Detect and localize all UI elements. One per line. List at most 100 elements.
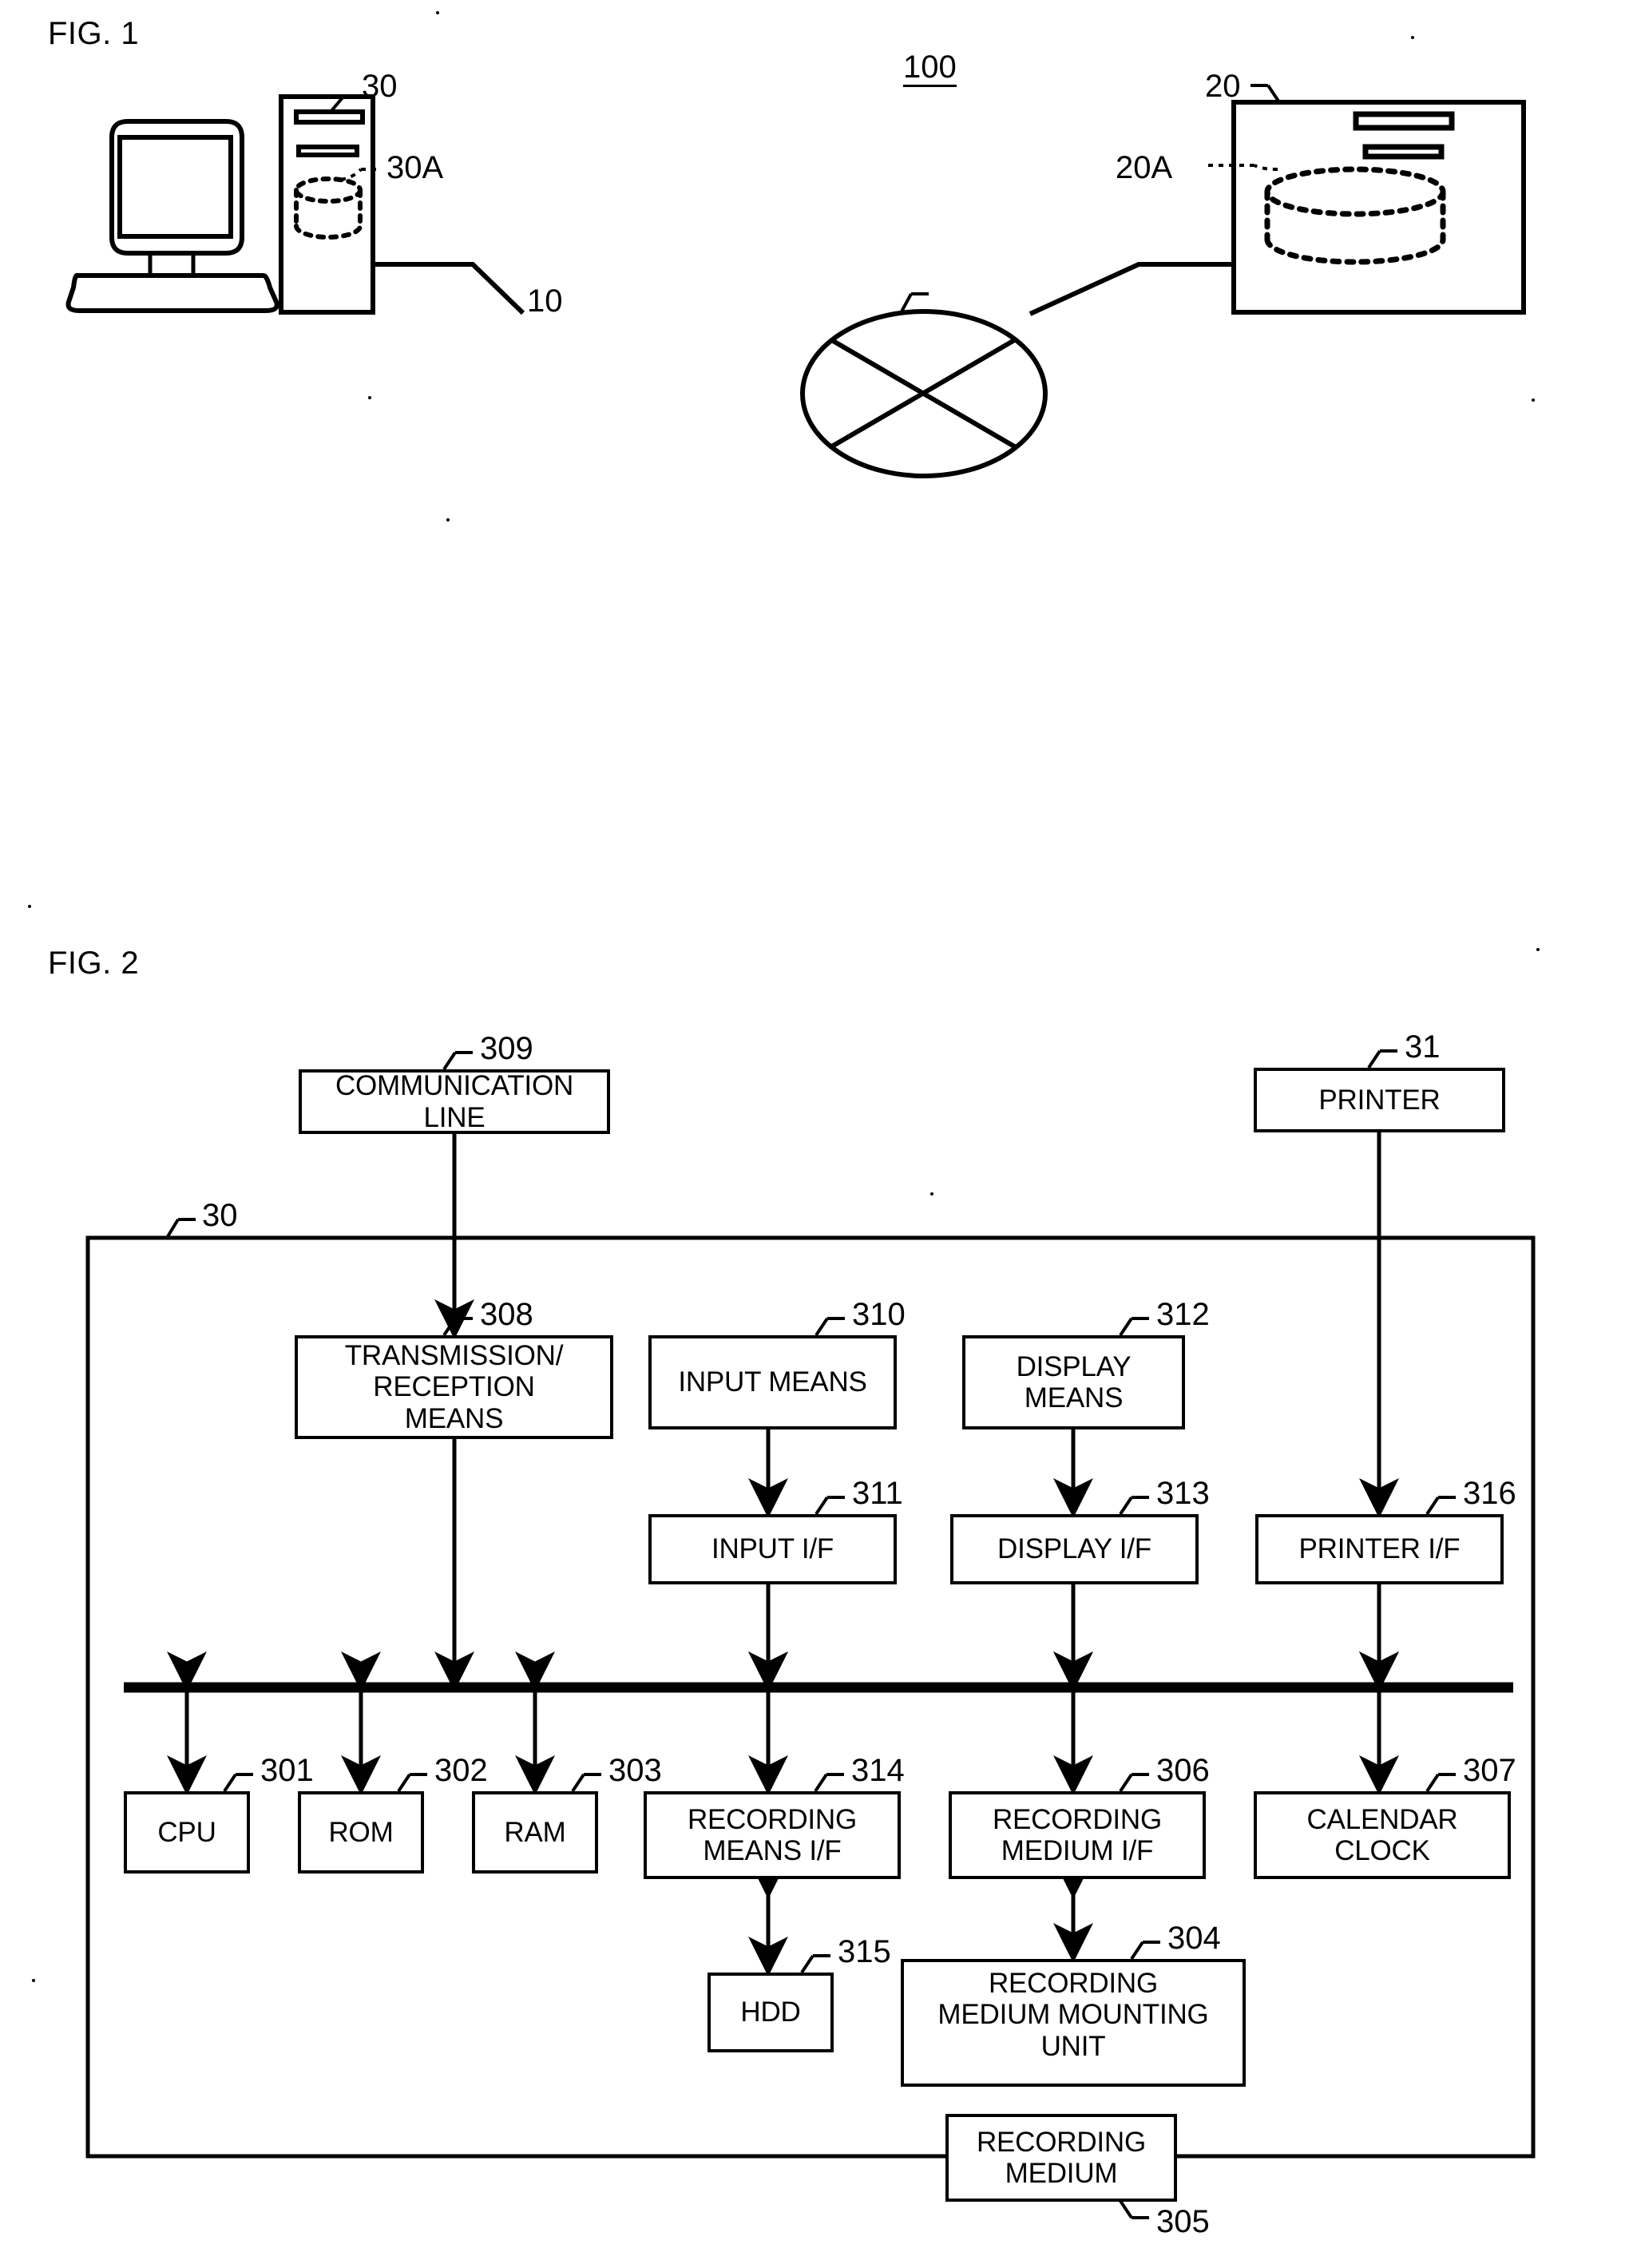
leader-315 <box>800 1954 814 1974</box>
leader-316 <box>1425 1496 1440 1516</box>
recording-medium-if-label-2: MEDIUM I/F <box>1001 1835 1154 1866</box>
workstation-tower <box>279 94 375 315</box>
block-printer-if: PRINTER I/F <box>1255 1514 1504 1584</box>
calendar-clock-label-2: CLOCK <box>1334 1835 1430 1866</box>
ref-313: 313 <box>1156 1476 1210 1511</box>
tower-drive-slot-2 <box>296 145 359 157</box>
leader-309 <box>442 1051 457 1071</box>
scan-speck <box>1536 948 1540 951</box>
block-display-means: DISPLAY MEANS <box>962 1335 1185 1429</box>
leader-310 <box>814 1317 829 1337</box>
leader-314 <box>814 1773 828 1793</box>
trx-label-1: TRANSMISSION/ <box>344 1340 564 1372</box>
server-db-ref-20A: 20A <box>1116 150 1173 185</box>
network-cross-2 <box>829 337 1017 450</box>
recording-means-if-label-1: RECORDING <box>687 1803 858 1835</box>
leader-10 <box>899 293 913 314</box>
scan-speck <box>446 518 450 521</box>
trx-label-3: MEANS <box>404 1402 504 1434</box>
network-cross-1 <box>829 337 1017 450</box>
ref-316: 316 <box>1463 1476 1516 1511</box>
monitor-neck <box>148 253 196 276</box>
leader-31 <box>1367 1049 1381 1069</box>
system-ref-100: 100 <box>903 51 957 87</box>
leader-311 <box>814 1496 829 1516</box>
block-hdd: HDD <box>707 1973 834 2052</box>
leader-312 <box>1119 1317 1133 1337</box>
input-if-label: INPUT I/F <box>711 1533 834 1565</box>
scan-speck <box>930 1192 933 1195</box>
leader-301 <box>223 1773 237 1793</box>
ref-314: 314 <box>851 1753 905 1788</box>
leader-30 <box>329 95 345 113</box>
scan-speck <box>1532 1621 1535 1624</box>
ref-305: 305 <box>1156 2204 1210 2239</box>
ref-306: 306 <box>1156 1753 1210 1788</box>
ref-312: 312 <box>1156 1297 1210 1332</box>
leader-308 <box>442 1317 457 1337</box>
printer-label: PRINTER <box>1318 1084 1441 1116</box>
block-ram: RAM <box>472 1791 598 1873</box>
ref-315: 315 <box>838 1934 891 1969</box>
network-ref-10: 10 <box>527 284 563 319</box>
ref-31: 31 <box>1405 1029 1441 1065</box>
block-recording-medium-if: RECORDING MEDIUM I/F <box>949 1791 1206 1879</box>
recording-medium-label-2: MEDIUM <box>1005 2158 1118 2189</box>
ram-label: RAM <box>504 1816 566 1848</box>
rmmu-label-1: RECORDING <box>988 1968 1159 2000</box>
leader-303 <box>571 1773 585 1793</box>
trx-label-2: RECEPTION <box>373 1371 535 1403</box>
recording-means-if-label-2: MEANS I/F <box>703 1835 842 1866</box>
link-workstation-to-network <box>373 262 525 315</box>
figure-2-title: FIG. 2 <box>48 946 140 981</box>
block-rom: ROM <box>298 1791 424 1873</box>
scan-speck <box>28 905 31 908</box>
block-display-if: DISPLAY I/F <box>950 1514 1199 1584</box>
link-network-to-server <box>1029 262 1234 316</box>
tower-drive-slot-1 <box>294 109 365 125</box>
scan-speck <box>32 1979 35 1982</box>
server-drive-slot-2 <box>1362 144 1445 160</box>
server-drive-slot-1 <box>1353 111 1455 131</box>
ref-fig2-30: 30 <box>202 1198 238 1233</box>
display-if-label: DISPLAY I/F <box>997 1533 1151 1565</box>
scan-speck <box>368 396 371 399</box>
block-input-if: INPUT I/F <box>648 1514 897 1584</box>
figure-1-artwork <box>65 84 1536 2219</box>
ref-304: 304 <box>1167 1921 1221 1956</box>
display-means-label-1: DISPLAY <box>1016 1350 1132 1382</box>
workstation-ref-30: 30 <box>362 69 398 104</box>
block-printer: PRINTER <box>1254 1068 1505 1132</box>
rom-label: ROM <box>328 1816 394 1848</box>
workstation-database-cylinder <box>294 176 363 240</box>
scan-speck <box>436 11 439 14</box>
block-recording-medium-mounting-unit: RECORDING MEDIUM MOUNTING UNIT <box>901 1959 1246 2087</box>
printer-if-label: PRINTER I/F <box>1298 1533 1461 1565</box>
monitor-screen <box>117 135 233 239</box>
block-calendar-clock: CALENDAR CLOCK <box>1254 1791 1511 1879</box>
server-database-cylinder <box>1264 166 1446 265</box>
display-means-label-2: MEANS <box>1024 1382 1124 1414</box>
hdd-label: HDD <box>740 1996 801 2028</box>
monitor-outline <box>109 119 244 256</box>
server-ref-20: 20 <box>1205 69 1241 104</box>
scan-speck <box>1411 36 1414 39</box>
rmmu-label-2: MEDIUM MOUNTING <box>937 1999 1209 2031</box>
monitor-bezel <box>100 121 247 252</box>
block-transmission-reception-means: TRANSMISSION/ RECEPTION MEANS <box>295 1335 613 1439</box>
block-recording-means-if: RECORDING MEANS I/F <box>644 1791 901 1879</box>
cpu-label: CPU <box>157 1816 216 1848</box>
ref-302: 302 <box>434 1753 488 1788</box>
leader-30A <box>340 168 363 181</box>
ref-311: 311 <box>852 1476 903 1511</box>
figure-1-title: FIG. 1 <box>48 16 140 51</box>
communication-line-label-1: COMMUNICATION <box>335 1070 574 1102</box>
recording-medium-if-label-1: RECORDING <box>992 1803 1163 1835</box>
rmmu-label-3: UNIT <box>1040 2030 1106 2062</box>
server-box <box>1231 100 1526 315</box>
ref-310: 310 <box>852 1297 906 1332</box>
leader-20 <box>1266 84 1281 104</box>
leader-306 <box>1119 1773 1133 1793</box>
block-input-means: INPUT MEANS <box>648 1335 897 1429</box>
communication-line-label-2: LINE <box>423 1101 486 1133</box>
